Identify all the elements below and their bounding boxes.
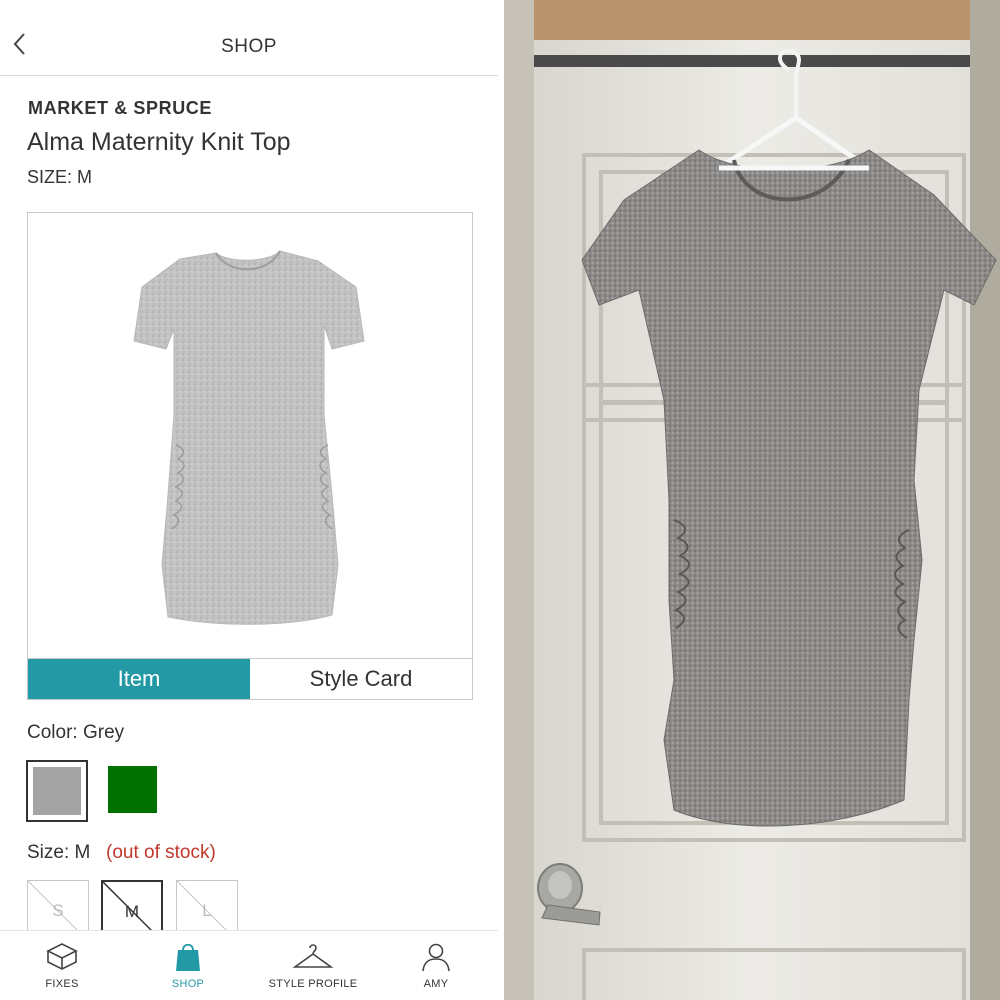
nav-fixes[interactable]: FIXES <box>20 931 104 1000</box>
tab-item[interactable]: Item <box>28 659 250 699</box>
size-option-label: L <box>202 901 212 920</box>
page-title: SHOP <box>221 36 277 57</box>
nav-label: AMY <box>423 978 449 990</box>
size-option-label: S <box>52 901 64 920</box>
product-image <box>133 250 365 625</box>
hanger-icon <box>292 944 334 968</box>
top-bar: SHOP <box>0 0 498 76</box>
size-option-label: M <box>124 902 140 921</box>
nav-label: STYLE PROFILE <box>268 978 358 990</box>
color-swatch-green[interactable] <box>108 766 157 813</box>
nav-label: FIXES <box>45 978 79 990</box>
grey-swatch-fill <box>33 767 81 815</box>
person-icon <box>422 943 450 972</box>
tab-style-card[interactable]: Style Card <box>250 659 472 699</box>
product-name: Alma Maternity Knit Top <box>27 128 291 156</box>
color-label: Color: Grey <box>27 722 125 743</box>
nav-shop[interactable]: SHOP <box>146 931 230 1000</box>
shopping-bag-icon <box>176 943 200 971</box>
nav-style-profile[interactable]: STYLE PROFILE <box>258 931 368 1000</box>
item-style-card-tabs: Item Style Card <box>27 658 473 700</box>
color-swatch-grey[interactable] <box>26 760 88 822</box>
product-image-frame <box>27 212 473 660</box>
nav-label: SHOP <box>171 978 205 990</box>
bottom-nav: FIXES SHOP STYLE PROFILE AMY <box>0 930 498 1000</box>
out-of-stock-note: (out of stock) <box>106 842 216 863</box>
real-photo-panel <box>504 0 1000 1000</box>
door-photo <box>504 0 1000 1000</box>
box-icon <box>46 943 78 970</box>
size-label: Size: M <box>27 842 91 863</box>
selected-size: SIZE: M <box>27 167 93 187</box>
shop-app-screen: SHOP MARKET & SPRUCE Alma Maternity Knit… <box>0 0 498 1000</box>
brand-name: MARKET & SPRUCE <box>28 98 213 118</box>
nav-account[interactable]: AMY <box>394 931 478 1000</box>
